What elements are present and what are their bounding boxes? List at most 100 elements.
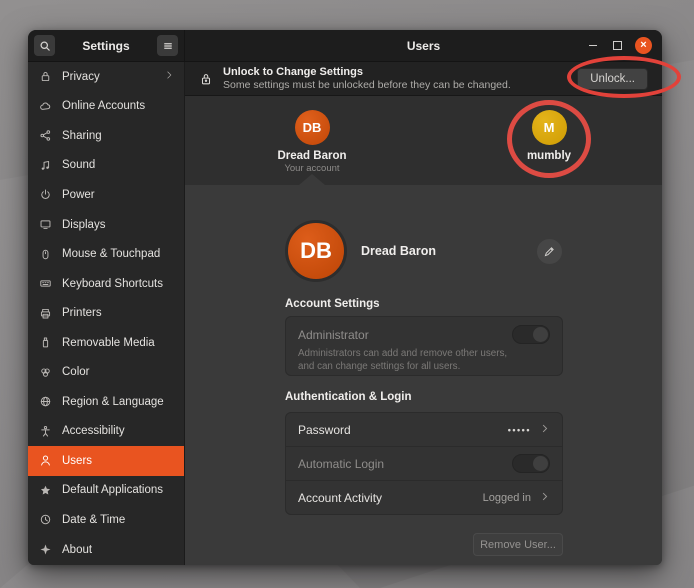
sidebar-item-date-time[interactable]: Date & Time [28,505,184,535]
sidebar-item-label: Color [62,366,174,378]
selected-user-caret [299,174,325,185]
menu-button[interactable] [157,35,178,56]
avatar: DB [295,110,330,145]
mouse-icon [38,247,52,261]
sidebar-item-label: Sharing [62,130,174,142]
account-settings-heading: Account Settings [285,298,380,310]
user-chip-dread-baron[interactable]: DB Dread Baron Your account [252,110,372,174]
sidebar-item-removable-media[interactable]: Removable Media [28,328,184,358]
account-activity-value: Logged in [483,492,531,504]
unlock-banner: Unlock to Change Settings Some settings … [185,62,662,96]
unlock-banner-text: Unlock to Change Settings Some settings … [223,65,577,93]
sidebar-item-label: Region & Language [62,396,174,408]
sidebar: Privacy Online Accounts Sharing Sound Po… [28,62,185,565]
power-icon [38,188,52,202]
sidebar-item-label: About [62,544,174,556]
sidebar-item-label: Removable Media [62,337,174,349]
lock-icon [38,70,52,84]
edit-name-button[interactable] [536,238,563,265]
remove-user-button[interactable]: Remove User... [473,533,563,556]
sidebar-item-keyboard-shortcuts[interactable]: Keyboard Shortcuts [28,269,184,299]
user-name: mumbly [527,150,571,162]
unlock-button[interactable]: Unlock... [577,68,648,90]
search-icon [39,40,51,52]
account-activity-label: Account Activity [298,491,483,505]
share-nodes-icon [38,129,52,143]
printer-icon [38,306,52,320]
hamburger-icon [162,40,174,52]
music-note-icon [38,158,52,172]
automatic-login-label: Automatic Login [298,457,512,471]
sidebar-item-label: Keyboard Shortcuts [62,278,174,290]
sidebar-item-label: Users [62,455,174,467]
usb-drive-icon [38,336,52,350]
avatar: M [532,110,567,145]
sidebar-item-displays[interactable]: Displays [28,210,184,240]
user-detail-header: DB Dread Baron [285,218,563,284]
password-row[interactable]: Password ••••• [286,413,562,446]
user-name: Dread Baron [277,150,346,162]
account-settings-card: Administrator Administrators can add and… [285,316,563,376]
sidebar-header: Settings [28,30,185,61]
administrator-description: Administrators can add and remove other … [298,348,508,373]
sidebar-item-printers[interactable]: Printers [28,298,184,328]
sidebar-item-users[interactable]: Users [28,446,184,476]
auth-login-heading: Authentication & Login [285,391,411,403]
lock-icon [199,72,213,86]
monitor-icon [38,218,52,232]
auth-login-card: Password ••••• Automatic Login Account A… [285,412,563,515]
maximize-button[interactable] [611,40,623,52]
sidebar-item-label: Power [62,189,174,201]
automatic-login-toggle[interactable] [512,454,550,473]
password-label: Password [298,423,508,437]
administrator-toggle[interactable] [512,325,550,344]
sidebar-item-label: Displays [62,219,174,231]
minimize-button[interactable] [587,40,599,52]
sidebar-item-label: Mouse & Touchpad [62,248,174,260]
search-button[interactable] [34,35,55,56]
sidebar-item-label: Sound [62,159,174,171]
color-icon [38,365,52,379]
user-subtitle: Your account [284,163,339,174]
close-button[interactable]: × [635,37,652,54]
sidebar-item-label: Printers [62,307,174,319]
toggle-knob [533,456,548,471]
sidebar-item-label: Privacy [62,71,164,83]
chevron-right-icon [164,70,174,83]
cloud-icon [38,99,52,113]
sidebar-item-privacy[interactable]: Privacy [28,62,184,92]
user-carousel: DB Dread Baron Your account M mumbly [185,96,662,185]
sidebar-item-label: Date & Time [62,514,174,526]
sidebar-item-about[interactable]: About [28,535,184,565]
sidebar-item-sound[interactable]: Sound [28,151,184,181]
sidebar-item-power[interactable]: Power [28,180,184,210]
star-icon [38,483,52,497]
pencil-icon [543,245,556,258]
sidebar-item-label: Online Accounts [62,100,174,112]
unlock-banner-title: Unlock to Change Settings [223,65,577,80]
user-chip-mumbly[interactable]: M mumbly [489,110,609,162]
sidebar-item-label: Accessibility [62,425,174,437]
sidebar-item-color[interactable]: Color [28,357,184,387]
automatic-login-row: Automatic Login [286,446,562,480]
settings-window: Settings Users × Privacy [28,30,662,565]
toggle-knob [533,327,548,342]
sparkle-icon [38,543,52,557]
avatar: DB [285,220,347,282]
sidebar-item-default-applications[interactable]: Default Applications [28,476,184,506]
sidebar-item-sharing[interactable]: Sharing [28,121,184,151]
window-controls: × [587,37,652,54]
keyboard-icon [38,277,52,291]
clock-icon [38,513,52,527]
content-header: Users × [185,30,662,61]
sidebar-item-label: Default Applications [62,484,174,496]
sidebar-item-accessibility[interactable]: Accessibility [28,417,184,447]
sidebar-item-region-language[interactable]: Region & Language [28,387,184,417]
account-activity-row[interactable]: Account Activity Logged in [286,480,562,514]
sidebar-item-mouse-touchpad[interactable]: Mouse & Touchpad [28,239,184,269]
sidebar-item-online-accounts[interactable]: Online Accounts [28,92,184,122]
user-detail-name: Dread Baron [361,244,536,258]
header-bar: Settings Users × [28,30,662,62]
chevron-right-icon [539,489,550,507]
globe-icon [38,395,52,409]
